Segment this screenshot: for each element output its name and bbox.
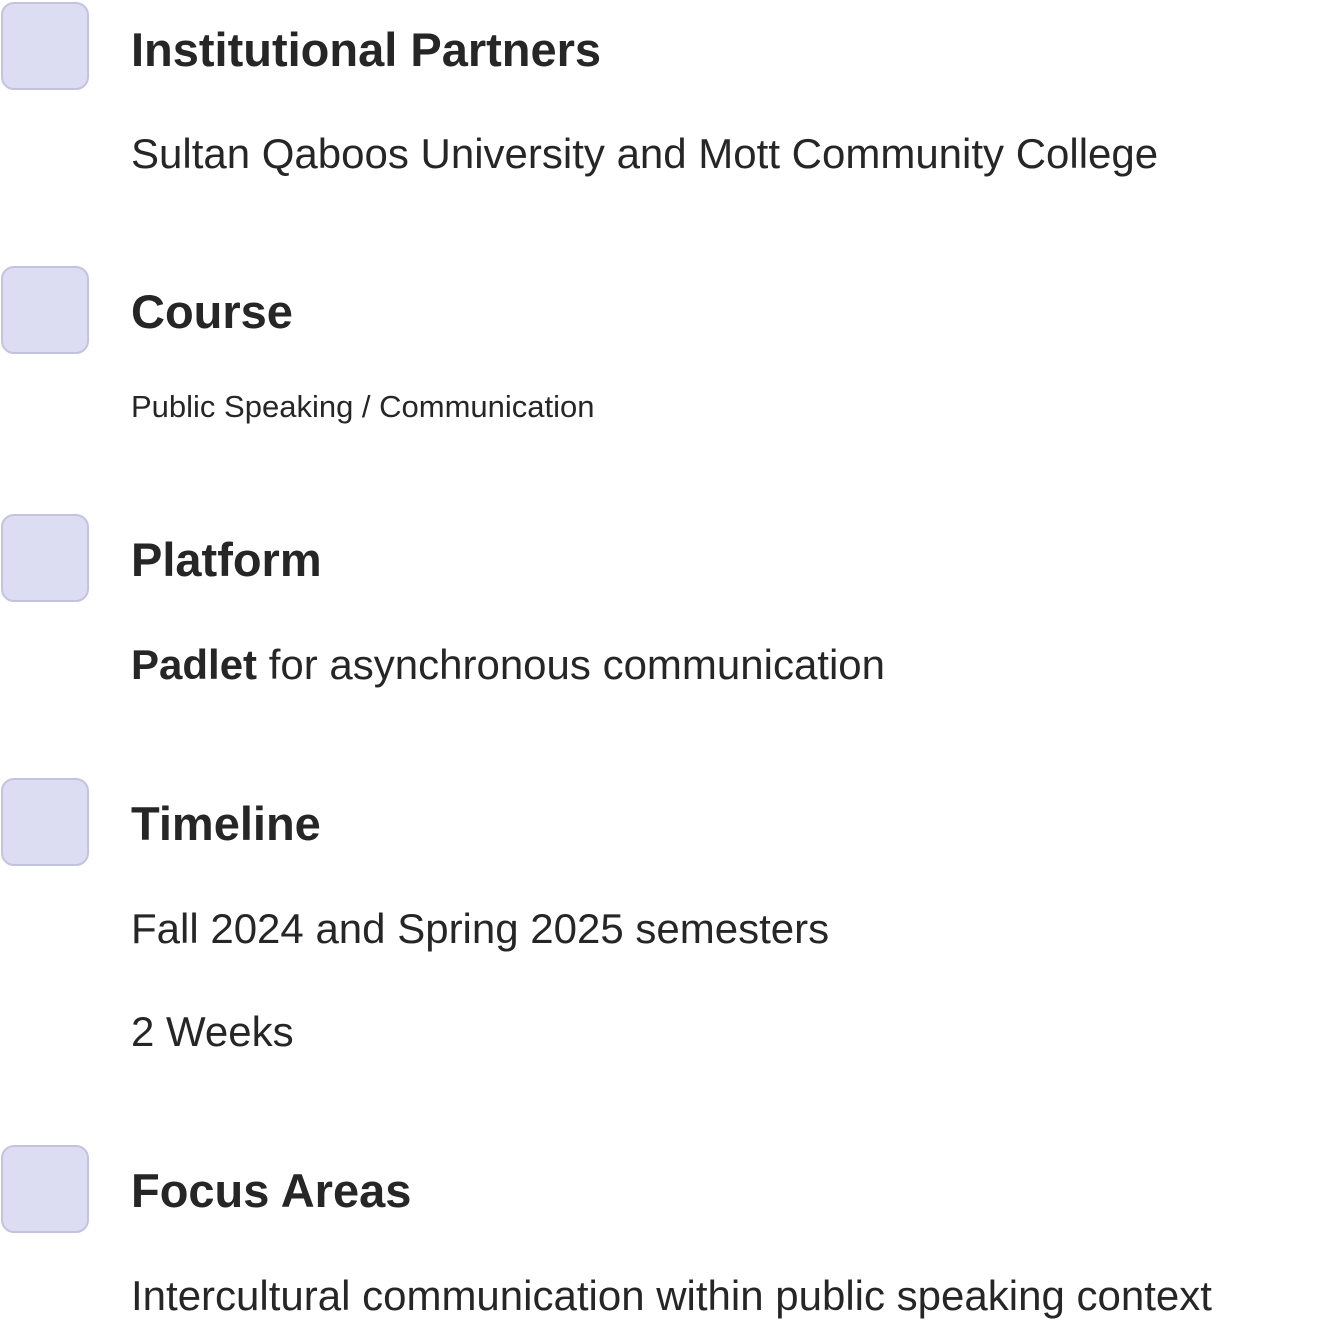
section-text: Public Speaking / Communication [131, 389, 595, 424]
section-text: Intercultural communication within publi… [131, 1272, 1212, 1319]
section-marker-square [1, 514, 89, 602]
platform-description: for asynchronous communication [257, 641, 886, 688]
section-text: Sultan Qaboos University and Mott Commun… [131, 130, 1159, 177]
section-text: Fall 2024 and Spring 2025 semesters [131, 905, 830, 952]
section-heading: Institutional Partners [131, 23, 602, 76]
section-text-duration: 2 Weeks [131, 1008, 294, 1055]
section-heading: Focus Areas [131, 1164, 412, 1217]
section-marker-square [1, 266, 89, 354]
section-heading: Course [131, 285, 293, 338]
section-heading: Timeline [131, 797, 321, 850]
section-text: Padlet for asynchronous communication [131, 644, 885, 686]
section-marker-square [1, 778, 89, 866]
section-marker-square [1, 1145, 89, 1233]
section-heading: Platform [131, 533, 322, 586]
section-marker-square [1, 2, 89, 90]
platform-name: Padlet [131, 641, 258, 688]
